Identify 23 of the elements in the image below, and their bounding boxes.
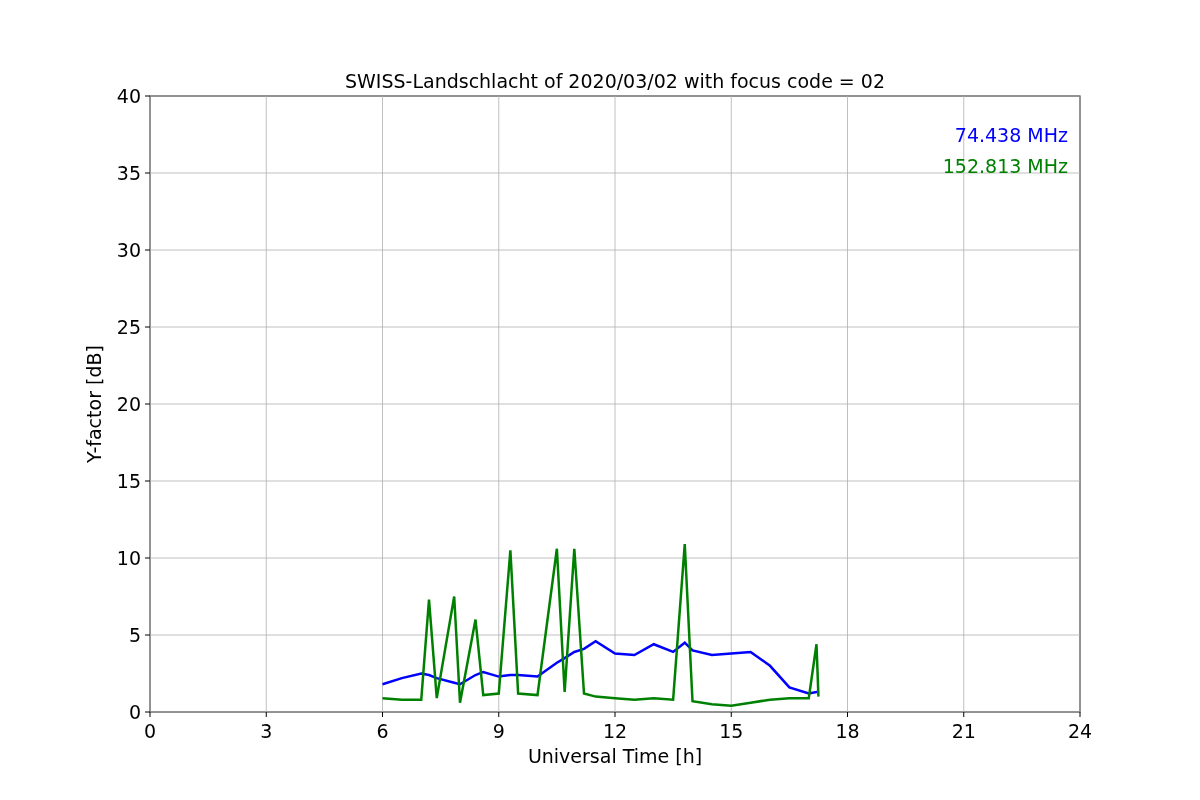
chart-title: SWISS-Landschlacht of 2020/03/02 with focus code = 02 (345, 70, 885, 92)
y-tick-label: 15 (116, 470, 141, 492)
y-tick-label: 25 (116, 316, 141, 338)
y-axis-label: Y-factor [dB] (83, 345, 105, 463)
y-tick-label: 10 (116, 547, 141, 569)
y-tick-label: 35 (116, 162, 141, 184)
x-tick-label: 3 (260, 720, 273, 742)
x-tick-label: 0 (143, 720, 157, 742)
y-tick-label: 30 (116, 239, 141, 261)
x-tick-label: 6 (376, 720, 389, 742)
x-tick-label: 12 (602, 720, 628, 742)
legend-label: 74.438 MHz (954, 124, 1068, 146)
x-tick-label: 18 (835, 720, 860, 742)
y-tick-label: 0 (128, 701, 141, 723)
y-tick-label: 40 (116, 85, 141, 107)
y-tick-label: 5 (128, 624, 141, 646)
legend-label: 152.813 MHz (942, 155, 1068, 177)
x-tick-label: 24 (1067, 720, 1093, 742)
y-tick-label: 20 (116, 393, 141, 415)
x-tick-label: 21 (951, 720, 976, 742)
x-tick-label: 9 (492, 720, 505, 742)
x-tick-label: 15 (719, 720, 744, 742)
x-axis-label: Universal Time [h] (527, 745, 703, 767)
